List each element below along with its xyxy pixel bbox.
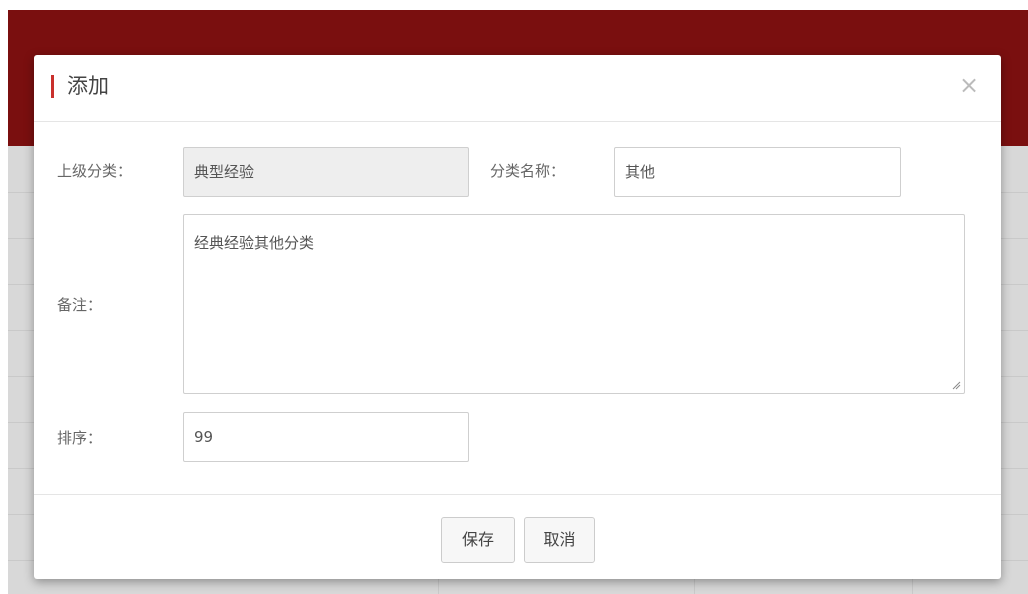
dialog-footer: 保存 取消 [34, 494, 1001, 580]
dialog-header: 添加 × [34, 55, 1001, 122]
category-name-label: 分类名称： [490, 162, 566, 180]
sort-label: 排序： [57, 429, 103, 447]
category-name-input[interactable]: 其他 [614, 147, 901, 197]
parent-category-label: 上级分类： [57, 162, 133, 180]
add-category-dialog: 添加 × 上级分类： 典型经验 分类名称： 其他 备注： 经典经验其他分类 排序… [34, 55, 1001, 579]
sort-input[interactable]: 99 [183, 412, 469, 462]
close-icon[interactable]: × [957, 73, 981, 97]
resize-grip-icon[interactable] [951, 380, 961, 390]
parent-category-field[interactable]: 典型经验 [183, 147, 469, 197]
remark-text: 经典经验其他分类 [194, 234, 315, 252]
dialog-title: 添加 [67, 74, 109, 98]
remark-textarea[interactable]: 经典经验其他分类 [183, 214, 965, 394]
remark-label: 备注： [57, 296, 103, 314]
cancel-button[interactable]: 取消 [524, 517, 595, 563]
title-accent-bar [51, 75, 54, 98]
save-button[interactable]: 保存 [441, 517, 515, 563]
